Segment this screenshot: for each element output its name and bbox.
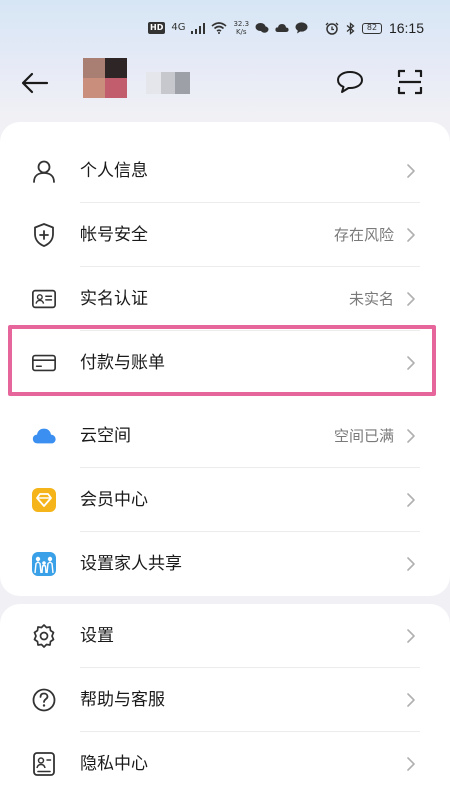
menu-item-label: 实名认证 <box>80 289 148 309</box>
menu-item-settings[interactable]: 设置 <box>0 604 450 668</box>
username-blurred <box>146 72 190 94</box>
chevron-right-icon <box>407 164 415 178</box>
family-icon <box>31 552 57 576</box>
shield-plus-icon <box>31 223 57 247</box>
menu-item-personal-info[interactable]: 个人信息 <box>0 139 450 203</box>
menu-item-label: 隐私中心 <box>80 754 148 774</box>
account-header <box>0 58 450 108</box>
cloud-status-icon <box>275 24 289 32</box>
back-button[interactable] <box>18 66 52 100</box>
chat-status-icon <box>295 22 308 34</box>
status-indicators: HD 4G 32.3 K/s <box>148 20 308 36</box>
menu-item-label: 会员中心 <box>80 490 148 510</box>
alarm-icon <box>325 22 339 35</box>
menu-item-label: 云空间 <box>80 426 131 446</box>
privacy-icon <box>31 752 57 776</box>
bluetooth-icon <box>346 21 355 35</box>
menu-item-status: 空间已满 <box>333 427 394 445</box>
battery-indicator: 82 <box>361 22 382 34</box>
chevron-right-icon <box>407 557 415 571</box>
menu-item-status: 未实名 <box>348 290 394 308</box>
question-icon <box>31 688 57 712</box>
chevron-right-icon <box>407 429 415 443</box>
menu-item-help[interactable]: 帮助与客服 <box>0 668 450 732</box>
hd-badge: HD <box>148 22 166 34</box>
wifi-icon <box>211 22 227 34</box>
menu-item-status: 存在风险 <box>333 226 394 244</box>
settings-menu-card: 设置 帮助与客服 隐私中心 <box>0 604 450 800</box>
avatar[interactable] <box>83 58 127 98</box>
chevron-right-icon <box>407 693 415 707</box>
status-bar: HD 4G 32.3 K/s 82 16:15 <box>0 0 450 58</box>
menu-item-account-security[interactable]: 帐号安全 存在风险 <box>0 203 450 267</box>
speed-value: 32.3 <box>233 20 250 28</box>
menu-item-cloud[interactable]: 云空间 空间已满 <box>0 404 450 468</box>
cloud-icon <box>31 424 57 448</box>
menu-item-privacy[interactable]: 隐私中心 <box>0 732 450 796</box>
menu-item-real-name[interactable]: 实名认证 未实名 <box>0 267 450 331</box>
status-system: 82 16:15 <box>325 20 424 36</box>
message-button[interactable] <box>334 66 366 98</box>
chevron-right-icon <box>407 493 415 507</box>
speed-unit: K/s <box>235 28 247 36</box>
menu-item-label: 设置家人共享 <box>80 554 182 574</box>
diamond-icon <box>31 488 57 512</box>
menu-item-membership[interactable]: 会员中心 <box>0 468 450 532</box>
chevron-right-icon <box>407 629 415 643</box>
wechat-icon <box>255 23 269 33</box>
id-card-icon <box>31 287 57 311</box>
highlight-box <box>8 325 436 396</box>
menu-item-family-sharing[interactable]: 设置家人共享 <box>0 532 450 596</box>
chevron-right-icon <box>407 292 415 306</box>
gear-icon <box>31 624 57 648</box>
menu-item-label: 帐号安全 <box>80 225 148 245</box>
chevron-right-icon <box>407 757 415 771</box>
person-icon <box>31 159 57 183</box>
scan-icon <box>397 69 423 95</box>
clock: 16:15 <box>388 20 424 36</box>
menu-item-label: 设置 <box>80 626 114 646</box>
network-type: 4G <box>171 22 186 33</box>
chat-bubble-icon <box>337 71 363 93</box>
scan-button[interactable] <box>394 66 426 98</box>
arrow-left-icon <box>21 72 49 94</box>
menu-item-label: 帮助与客服 <box>80 690 165 710</box>
network-speed: 32.3 K/s <box>233 20 249 36</box>
signal-icon <box>191 22 206 34</box>
menu-item-label: 个人信息 <box>80 161 148 181</box>
chevron-right-icon <box>407 228 415 242</box>
